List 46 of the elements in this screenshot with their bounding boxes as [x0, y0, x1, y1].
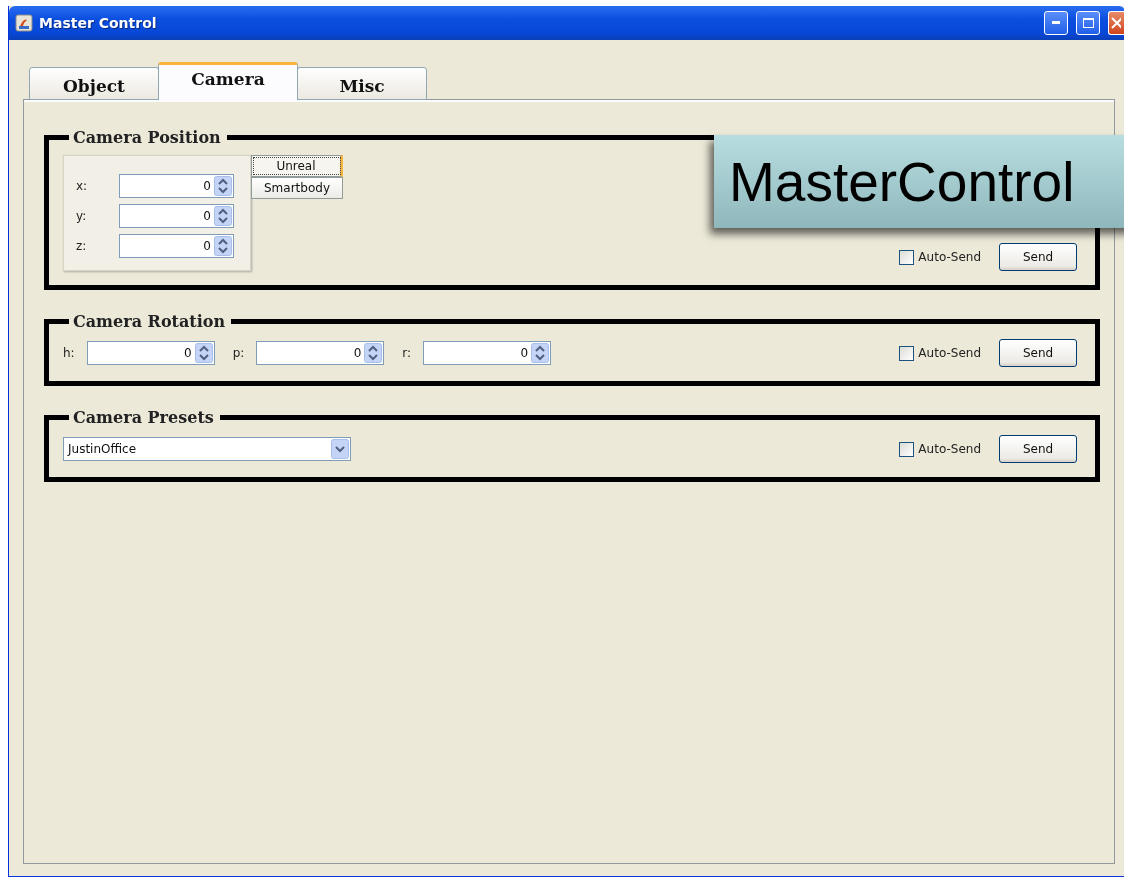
field-label: x: [76, 179, 89, 193]
preset-dropdown[interactable]: JustinOffice [63, 437, 351, 461]
tab[interactable]: Camera [158, 62, 298, 100]
field-label: y: [76, 209, 88, 223]
close-icon [1111, 17, 1121, 29]
tab[interactable]: Misc [297, 67, 427, 100]
checkbox-label: Auto-Send [918, 442, 981, 456]
number-spinner[interactable]: 0 [119, 234, 234, 258]
checkbox[interactable] [899, 345, 915, 361]
send-button[interactable]: Send [999, 243, 1077, 271]
group-title: Camera Presets [72, 408, 215, 427]
checkbox[interactable] [899, 249, 915, 265]
spinner-arrows-icon[interactable] [214, 236, 232, 256]
send-button[interactable]: Send [999, 339, 1077, 367]
group-title: Camera Position [72, 128, 222, 147]
minimize-button[interactable] [1044, 11, 1068, 35]
spinner-arrows-icon[interactable] [364, 343, 383, 363]
checkbox-label: Auto-Send [918, 346, 981, 360]
caption-text: MasterControl [729, 149, 1075, 214]
window-title: Master Control [39, 15, 158, 31]
minimize-icon [1052, 21, 1060, 25]
spinner-arrows-icon[interactable] [214, 206, 232, 226]
checkbox-label: Auto-Send [918, 250, 981, 264]
number-spinner[interactable]: 0 [256, 341, 385, 365]
number-spinner[interactable]: 0 [119, 174, 234, 198]
mode-tab[interactable]: Unreal [251, 155, 343, 177]
group-title: Camera Rotation [72, 312, 227, 331]
mode-tab[interactable]: Smartbody [251, 177, 343, 199]
field-label: z: [76, 239, 88, 253]
app-icon [15, 14, 33, 32]
spinner-arrows-icon[interactable] [194, 343, 213, 363]
number-spinner[interactable]: 0 [119, 204, 234, 228]
number-spinner[interactable]: 0 [86, 341, 215, 365]
close-button[interactable] [1108, 11, 1124, 35]
maximize-icon [1082, 18, 1094, 28]
field-label: r: [402, 346, 412, 360]
spinner-arrows-icon[interactable] [214, 176, 232, 196]
field-label: h: [63, 346, 75, 360]
maximize-button[interactable] [1076, 11, 1100, 35]
spinner-arrows-icon[interactable] [531, 343, 550, 363]
chevron-down-icon[interactable] [331, 439, 349, 459]
number-spinner[interactable]: 0 [423, 341, 552, 365]
field-label: p: [232, 346, 245, 360]
send-button[interactable]: Send [999, 435, 1077, 463]
tab[interactable]: Object [29, 67, 159, 100]
checkbox[interactable] [899, 441, 915, 457]
